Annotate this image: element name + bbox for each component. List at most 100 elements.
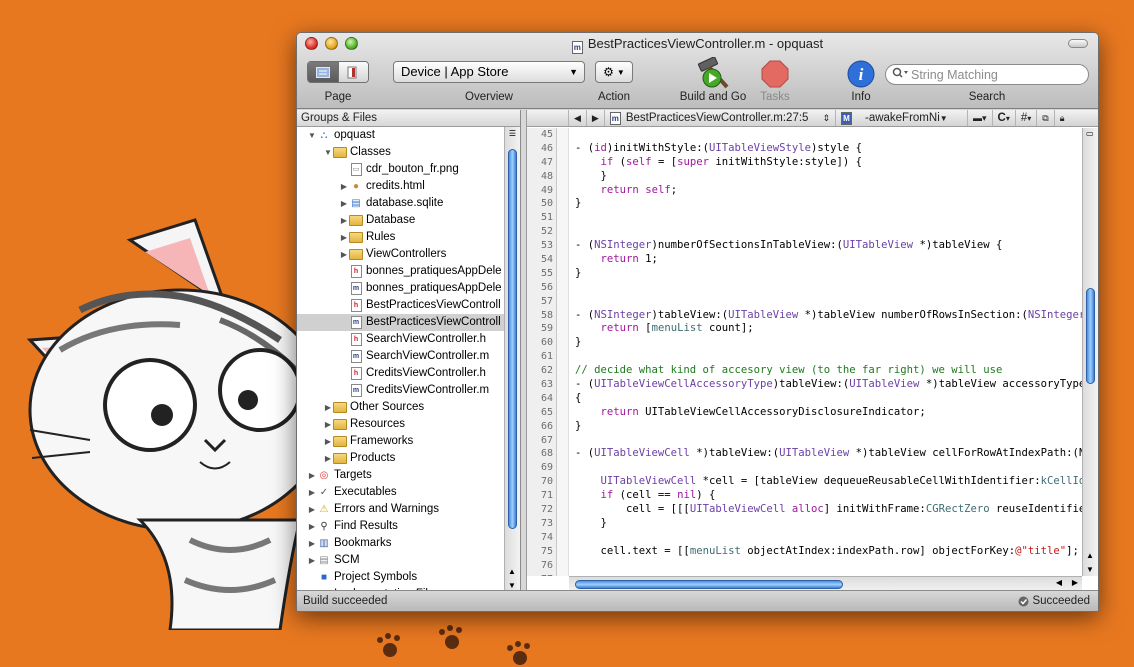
- sidebar-item[interactable]: ▶ Other Sources: [297, 399, 504, 416]
- code-line[interactable]: 63 - (UITableViewCellAccessoryType)tableV…: [527, 378, 1082, 392]
- disclosure-closed-icon[interactable]: ▶: [307, 467, 317, 484]
- page-edit-icon[interactable]: [337, 62, 368, 82]
- sidebar-item[interactable]: ▶ Resources: [297, 416, 504, 433]
- sidebar-item[interactable]: m SearchViewController.m: [297, 348, 504, 365]
- action-button[interactable]: ⚙ ▼: [595, 61, 633, 83]
- disclosure-closed-icon[interactable]: ▶: [323, 399, 333, 416]
- code-line[interactable]: 48 }: [527, 170, 1082, 184]
- sidebar-item[interactable]: ▶ ✓ Executables: [297, 484, 504, 501]
- sidebar-item[interactable]: ▶ ⚠ Errors and Warnings: [297, 501, 504, 518]
- includes-popup[interactable]: # ▾: [1016, 110, 1038, 126]
- groups-and-files-tree[interactable]: ▼ ⛬ opquast ▼ Classes ▭ cdr_bouton_fr.png ▶ ● cre…: [297, 127, 504, 592]
- disclosure-open-icon[interactable]: ▼: [307, 127, 317, 144]
- sidebar-item[interactable]: ▼ Classes: [297, 144, 504, 161]
- code-line[interactable]: 45: [527, 128, 1082, 142]
- list-icon[interactable]: ☰: [507, 129, 518, 141]
- toolbar-toggle-button[interactable]: [1068, 39, 1088, 48]
- code-line[interactable]: 67: [527, 434, 1082, 448]
- sidebar-item[interactable]: m BestPracticesViewControll: [297, 314, 504, 331]
- disclosure-closed-icon[interactable]: ▶: [307, 552, 317, 569]
- sidebar-item[interactable]: h bonnes_pratiquesAppDele: [297, 263, 504, 280]
- code-line[interactable]: 62 // decide what kind of accesory view (…: [527, 364, 1082, 378]
- sidebar-item[interactable]: ▶ Frameworks: [297, 433, 504, 450]
- scroll-up-icon[interactable]: ▲: [508, 567, 516, 576]
- editor-vertical-thumb[interactable]: [1086, 288, 1095, 384]
- disclosure-closed-icon[interactable]: ▶: [323, 416, 333, 433]
- code-line[interactable]: 66}: [527, 420, 1082, 434]
- code-line[interactable]: 68 - (UITableViewCell *)tableView:(UITabl…: [527, 447, 1082, 461]
- code-line[interactable]: 50}: [527, 197, 1082, 211]
- disclosure-closed-icon[interactable]: ▶: [323, 433, 333, 450]
- code-line[interactable]: 71 if (cell == nil) {: [527, 489, 1082, 503]
- sidebar-item[interactable]: ▭ cdr_bouton_fr.png: [297, 161, 504, 178]
- split-editor-icon[interactable]: ▭: [1086, 129, 1094, 138]
- editor-vertical-scrollbar[interactable]: ▭ ▲ ▼: [1082, 128, 1098, 576]
- code-line[interactable]: 72 cell = [[[UITableViewCell alloc] init…: [527, 503, 1082, 517]
- sidebar-item[interactable]: ▶ ViewControllers: [297, 246, 504, 263]
- file-history-popup[interactable]: m BestPracticesViewController.m:27:5 ⇕: [605, 110, 836, 126]
- counterpart-icon[interactable]: ⧉: [1037, 110, 1055, 126]
- sidebar-item[interactable]: h CreditsViewController.h: [297, 365, 504, 382]
- overview-popup[interactable]: Device | App Store ▼: [393, 61, 585, 83]
- back-button[interactable]: ◀: [569, 110, 587, 126]
- code-line[interactable]: 74: [527, 531, 1082, 545]
- code-line[interactable]: 73 }: [527, 517, 1082, 531]
- scroll-right-icon[interactable]: ▶: [1072, 578, 1078, 587]
- sidebar-item[interactable]: ▶ ▤ SCM: [297, 552, 504, 569]
- scroll-up-icon[interactable]: ▲: [1086, 551, 1094, 560]
- disclosure-open-icon[interactable]: ▼: [323, 144, 333, 161]
- code-line[interactable]: 54 return 1;: [527, 253, 1082, 267]
- code-line[interactable]: 61: [527, 350, 1082, 364]
- sidebar-item[interactable]: ▶ Products: [297, 450, 504, 467]
- code-line[interactable]: 58 - (NSInteger)tableView:(UITableView *)…: [527, 309, 1082, 323]
- editor-horizontal-thumb[interactable]: [575, 580, 843, 589]
- scroll-down-icon[interactable]: ▼: [508, 581, 516, 590]
- forward-button[interactable]: ▶: [587, 110, 605, 126]
- disclosure-closed-icon[interactable]: ▶: [339, 195, 349, 212]
- build-and-go-button[interactable]: [695, 56, 731, 94]
- sidebar-scrollbar[interactable]: ☰ ▲ ▼: [504, 127, 520, 592]
- disclosure-closed-icon[interactable]: ▶: [307, 518, 317, 535]
- code-line[interactable]: 57: [527, 295, 1082, 309]
- code-editor[interactable]: ◀ ▶ m BestPracticesViewController.m:27:5…: [527, 110, 1098, 592]
- disclosure-closed-icon[interactable]: ▶: [323, 450, 333, 467]
- sidebar-item[interactable]: ▶ Rules: [297, 229, 504, 246]
- code-text[interactable]: 45 46 - (id)initWithStyle:(UITableViewStyl…: [527, 128, 1082, 576]
- code-line[interactable]: 60}: [527, 336, 1082, 350]
- code-line[interactable]: 70 UITableViewCell *cell = [tableView de…: [527, 475, 1082, 489]
- disclosure-closed-icon[interactable]: ▶: [339, 212, 349, 229]
- disclosure-closed-icon[interactable]: ▶: [307, 535, 317, 552]
- code-line[interactable]: 53 - (NSInteger)numberOfSectionsInTableVi…: [527, 239, 1082, 253]
- sidebar-item[interactable]: ▶ Database: [297, 212, 504, 229]
- code-line[interactable]: 69: [527, 461, 1082, 475]
- code-line[interactable]: 46 - (id)initWithStyle:(UITableViewStyle)…: [527, 142, 1082, 156]
- sidebar-item[interactable]: ▶ ◎ Targets: [297, 467, 504, 484]
- code-line[interactable]: 75 cell.text = [[menuList objectAtIndex:…: [527, 545, 1082, 559]
- disclosure-closed-icon[interactable]: ▶: [339, 178, 349, 195]
- sidebar-item[interactable]: ▶ ● credits.html: [297, 178, 504, 195]
- disclosure-closed-icon[interactable]: ▶: [339, 229, 349, 246]
- lock-icon[interactable]: 🔒︎: [1055, 110, 1070, 126]
- function-popup[interactable]: M -awakeFromNi ▼: [836, 110, 968, 126]
- sidebar-item[interactable]: ▶ ▥ Bookmarks: [297, 535, 504, 552]
- tasks-button[interactable]: [761, 60, 789, 91]
- sidebar-item[interactable]: m CreditsViewController.m: [297, 382, 504, 399]
- disclosure-closed-icon[interactable]: ▶: [339, 246, 349, 263]
- code-line[interactable]: 55}: [527, 267, 1082, 281]
- code-line[interactable]: 49 return self;: [527, 184, 1082, 198]
- sidebar-item[interactable]: m bonnes_pratiquesAppDele: [297, 280, 504, 297]
- sidebar-item[interactable]: h SearchViewController.h: [297, 331, 504, 348]
- code-line[interactable]: 76: [527, 559, 1082, 573]
- code-line[interactable]: 64 {: [527, 392, 1082, 406]
- sidebar-item[interactable]: ▶ ⚲ Find Results: [297, 518, 504, 535]
- sidebar-item[interactable]: h BestPracticesViewControll: [297, 297, 504, 314]
- sidebar-item[interactable]: ▶ ▤ database.sqlite: [297, 195, 504, 212]
- page-view-icon[interactable]: [308, 62, 338, 82]
- page-segmented-control[interactable]: [307, 61, 369, 83]
- code-line[interactable]: 47 if (self = [super initWithStyle:style…: [527, 156, 1082, 170]
- sidebar-item[interactable]: ▼ ⛬ opquast: [297, 127, 504, 144]
- disclosure-closed-icon[interactable]: ▶: [307, 501, 317, 518]
- sidebar-scroll-thumb[interactable]: [508, 149, 517, 529]
- code-line[interactable]: 52: [527, 225, 1082, 239]
- sidebar-item[interactable]: ■ Project Symbols: [297, 569, 504, 586]
